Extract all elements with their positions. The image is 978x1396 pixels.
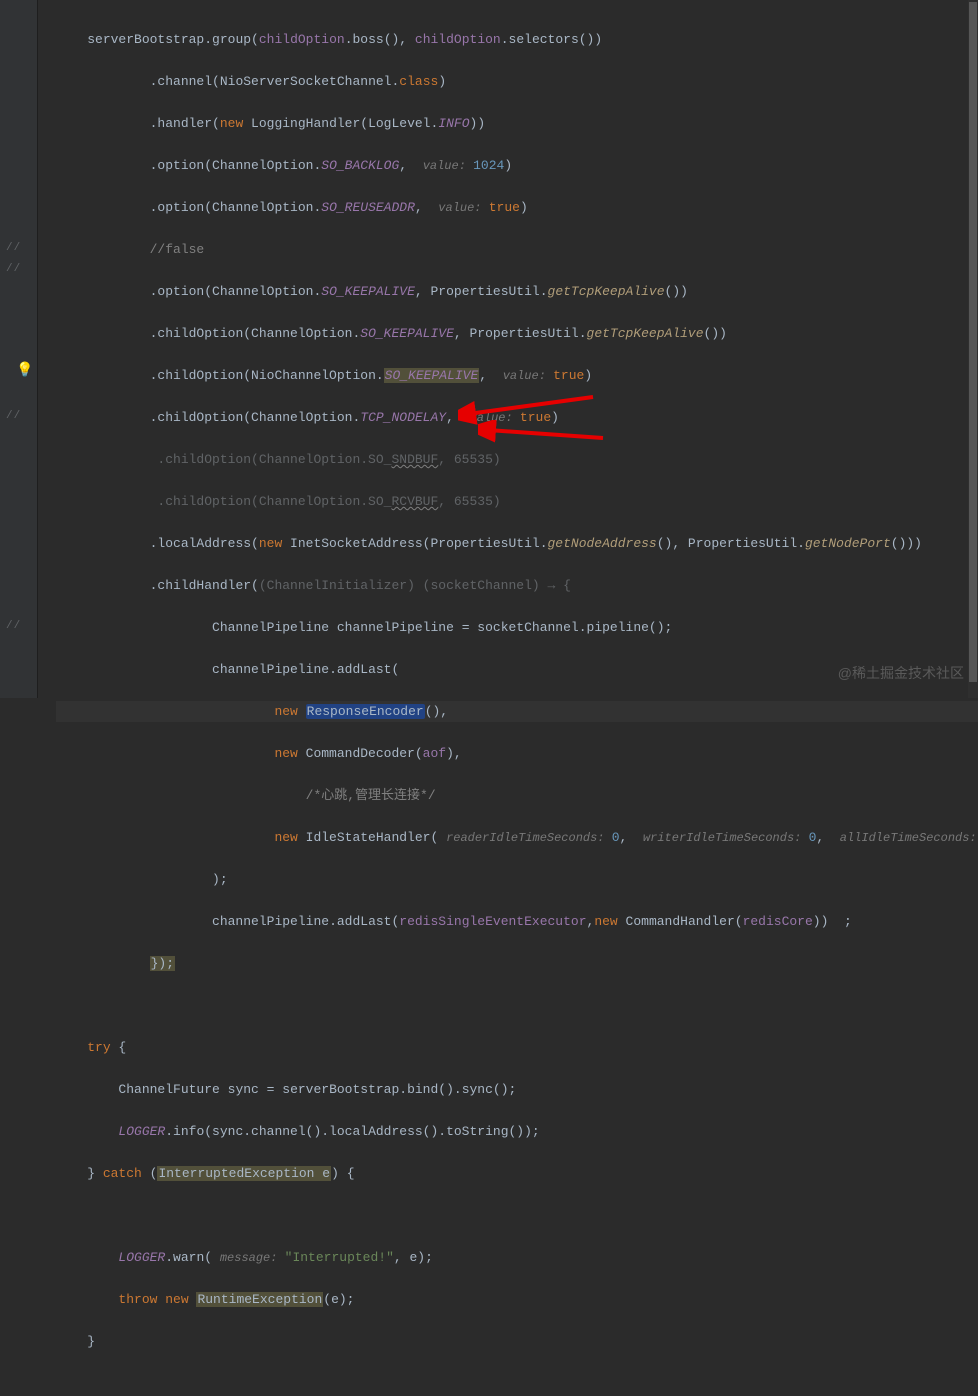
code-line: );: [56, 869, 978, 890]
code-line: .childOption(ChannelOption.SO_KEEPALIVE,…: [56, 323, 978, 344]
watermark-text: @稀土掘金技术社区: [838, 663, 964, 684]
code-line: }: [56, 1331, 978, 1352]
code-line: .handler(new LoggingHandler(LogLevel.INF…: [56, 113, 978, 134]
code-line: try {: [56, 1037, 978, 1058]
editor-gutter: // // // // 💡: [0, 0, 38, 698]
code-line: channelPipeline.addLast(redisSingleEvent…: [56, 911, 978, 932]
code-line: new IdleStateHandler( readerIdleTimeSeco…: [56, 827, 978, 848]
vertical-scrollbar[interactable]: [968, 0, 978, 698]
code-line: } catch (InterruptedException e) {: [56, 1163, 978, 1184]
code-line: ChannelPipeline channelPipeline = socket…: [56, 617, 978, 638]
code-line: [56, 1205, 978, 1226]
gutter-mark: //: [6, 406, 21, 427]
code-line: .childOption(ChannelOption.SO_RCVBUF, 65…: [56, 491, 978, 512]
code-line: .childHandler((ChannelInitializer) (sock…: [56, 575, 978, 596]
gutter-mark: //: [6, 616, 21, 637]
code-editor: // // // // 💡 serverBootstrap.group(chil…: [0, 0, 978, 698]
code-line: ChannelFuture sync = serverBootstrap.bin…: [56, 1079, 978, 1100]
annotation-arrow-icon: [478, 378, 608, 490]
code-line: .childOption(ChannelOption.SO_SNDBUF, 65…: [56, 449, 978, 470]
code-line: LOGGER.warn( message: "Interrupted!", e)…: [56, 1247, 978, 1268]
code-line: /*心跳,管理长连接*/: [56, 785, 978, 806]
code-line: .option(ChannelOption.SO_BACKLOG, value:…: [56, 155, 978, 176]
code-line: //false: [56, 239, 978, 260]
gutter-mark: //: [6, 238, 21, 259]
code-line: [56, 995, 978, 1016]
code-line: .childOption(ChannelOption.TCP_NODELAY, …: [56, 407, 978, 428]
lightbulb-icon[interactable]: 💡: [16, 361, 33, 382]
code-line: .option(ChannelOption.SO_REUSEADDR, valu…: [56, 197, 978, 218]
code-line: new CommandDecoder(aof),: [56, 743, 978, 764]
code-line: new ResponseEncoder(),: [56, 701, 978, 722]
code-line: throw new RuntimeException(e);: [56, 1289, 978, 1310]
scrollbar-thumb[interactable]: [969, 2, 977, 682]
code-line: .option(ChannelOption.SO_KEEPALIVE, Prop…: [56, 281, 978, 302]
code-line: LOGGER.info(sync.channel().localAddress(…: [56, 1121, 978, 1142]
code-line: });: [56, 953, 978, 974]
code-line: .childOption(NioChannelOption.SO_KEEPALI…: [56, 365, 978, 386]
code-line: .channel(NioServerSocketChannel.class): [56, 71, 978, 92]
gutter-mark: //: [6, 259, 21, 280]
code-text-area[interactable]: serverBootstrap.group(childOption.boss()…: [38, 0, 978, 698]
code-line: serverBootstrap.group(childOption.boss()…: [56, 29, 978, 50]
code-line: .localAddress(new InetSocketAddress(Prop…: [56, 533, 978, 554]
